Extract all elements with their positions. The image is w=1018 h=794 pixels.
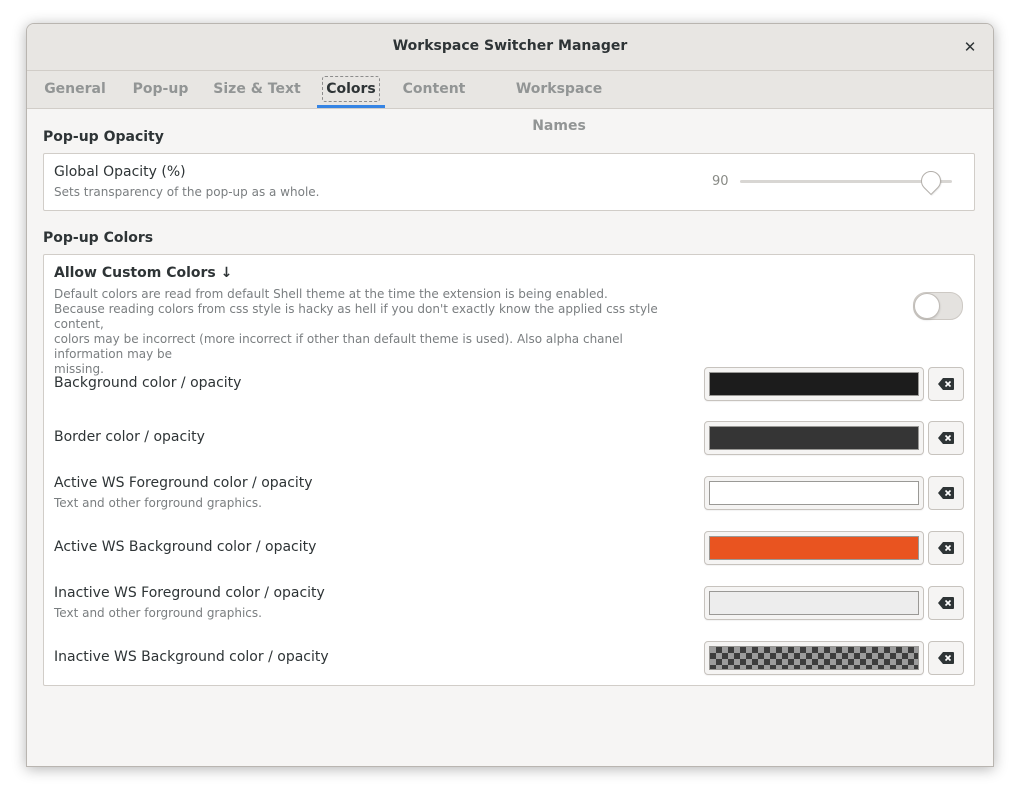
title-bar: Workspace Switcher Manager ✕ [27,24,993,71]
tab-label: Pop-up [132,81,189,97]
backspace-icon [938,539,954,558]
switch-knob [914,293,940,319]
border-color-label: Border color / opacity [54,429,205,445]
color-swatch [709,536,919,560]
window-title: Workspace Switcher Manager [392,38,628,54]
tab-label: Colors [326,81,376,97]
description-line: colors may be incorrect (more incorrect … [54,332,623,361]
tab-workspace-names[interactable]: Workspace Names [488,71,630,134]
backspace-icon [938,594,954,613]
tab-colors[interactable]: Colors [317,71,385,108]
allow-custom-colors-switch[interactable] [913,292,963,320]
colors-page: Pop-up Opacity Global Opacity (%) Sets t… [27,109,993,766]
slider-handle[interactable] [916,166,945,196]
close-icon: ✕ [963,38,977,56]
description-line: Default colors are read from default She… [54,287,608,301]
allow-custom-colors-label: Allow Custom Colors ↓ [54,265,233,281]
colors-frame: Allow Custom Colors ↓ Default colors are… [43,254,975,686]
global-opacity-value: 90 [712,174,729,189]
colors-section-title: Pop-up Colors [43,230,154,246]
border-color-button[interactable] [704,421,924,455]
preferences-window: Workspace Switcher Manager ✕ General Pop… [26,23,994,767]
tab-label: General [44,81,106,97]
color-swatch [709,591,919,615]
color-swatch [709,481,919,505]
border-color-reset-button[interactable] [928,421,964,455]
description-line: Because reading colors from css style is… [54,302,658,331]
tab-label: Size & Text [213,81,301,97]
inactive-ws-foreground-description: Text and other forground graphics. [54,606,262,620]
inactive-ws-background-color-button[interactable] [704,641,924,675]
global-opacity-label: Global Opacity (%) [54,164,186,180]
inactive-ws-foreground-reset-button[interactable] [928,586,964,620]
active-ws-foreground-color-button[interactable] [704,476,924,510]
global-opacity-description: Sets transparency of the pop-up as a who… [54,185,320,199]
color-swatch [709,426,919,450]
inactive-ws-foreground-label: Inactive WS Foreground color / opacity [54,585,325,601]
active-ws-background-color-button[interactable] [704,531,924,565]
active-ws-foreground-reset-button[interactable] [928,476,964,510]
backspace-icon [938,375,954,394]
backspace-icon [938,484,954,503]
opacity-frame: Global Opacity (%) Sets transparency of … [43,153,975,211]
background-color-reset-button[interactable] [928,367,964,401]
allow-custom-colors-description: Default colors are read from default She… [54,287,694,377]
inactive-ws-background-reset-button[interactable] [928,641,964,675]
tab-content[interactable]: Content [399,71,469,108]
active-ws-background-label: Active WS Background color / opacity [54,539,317,555]
tab-pop-up[interactable]: Pop-up [127,71,194,108]
tab-size-text[interactable]: Size & Text [210,71,304,108]
active-ws-foreground-label: Active WS Foreground color / opacity [54,475,313,491]
active-ws-background-reset-button[interactable] [928,531,964,565]
tab-label: Content [402,81,466,97]
background-color-button[interactable] [704,367,924,401]
inactive-ws-foreground-color-button[interactable] [704,586,924,620]
active-tab-indicator [317,105,385,108]
inactive-ws-background-label: Inactive WS Background color / opacity [54,649,329,665]
backspace-icon [938,429,954,448]
color-swatch [709,646,919,670]
close-button[interactable]: ✕ [957,34,983,60]
opacity-section-title: Pop-up Opacity [43,129,164,145]
tab-general[interactable]: General [39,71,111,108]
color-swatch [709,372,919,396]
background-color-label: Background color / opacity [54,375,242,391]
active-ws-foreground-description: Text and other forground graphics. [54,496,262,510]
backspace-icon [938,649,954,668]
tab-bar: General Pop-up Size & Text Colors Conten… [27,71,993,134]
global-opacity-slider[interactable] [740,166,952,196]
